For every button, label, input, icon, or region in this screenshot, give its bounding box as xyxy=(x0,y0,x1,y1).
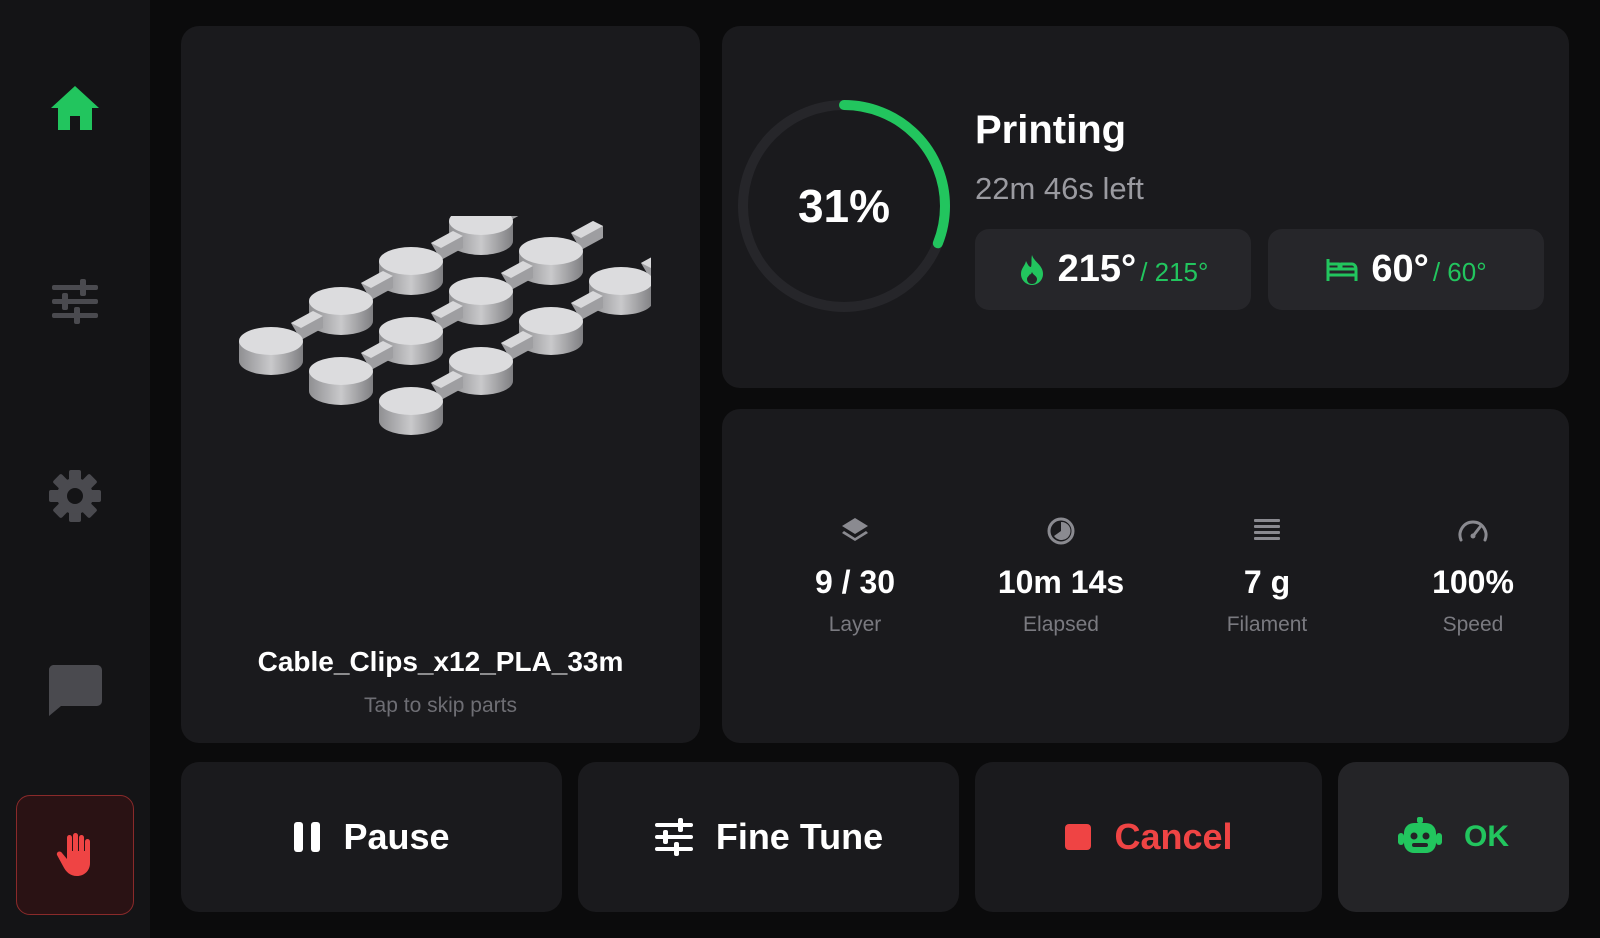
fine-tune-label: Fine Tune xyxy=(715,816,884,857)
stat-filament-label: Filament xyxy=(1226,613,1308,636)
stat-speed-label: Speed xyxy=(1442,613,1504,636)
cancel-label: Cancel xyxy=(1114,816,1233,857)
status-panel: 31% Printing 22m 46s left 215°/ 215° 60°… xyxy=(722,26,1569,388)
clip-part xyxy=(239,311,323,375)
hand-stop-icon xyxy=(56,833,90,876)
stat-layer-value: 9 / 30 xyxy=(814,564,896,600)
ok-label: OK xyxy=(1464,820,1509,853)
flame-icon xyxy=(1020,254,1043,285)
nozzle-temp-target: / 215° xyxy=(1140,257,1209,287)
nav-tune-button[interactable] xyxy=(25,252,125,352)
stat-elapsed: 10m 14s Elapsed xyxy=(958,514,1164,637)
robot-icon xyxy=(1398,817,1442,853)
skip-parts-link[interactable]: Tap to skip parts xyxy=(181,694,700,718)
bed-temp-chip[interactable]: 60°/ 60° xyxy=(1268,229,1544,310)
filament-icon xyxy=(1254,519,1280,540)
stat-filament-value: 7 g xyxy=(1243,564,1291,600)
time-remaining: 22m 46s left xyxy=(975,171,1144,206)
nav-console-button[interactable] xyxy=(25,640,125,740)
job-panel[interactable]: Cable_Clips_x12_PLA_33m Tap to skip part… xyxy=(181,26,700,743)
stat-filament: 7 g Filament xyxy=(1164,514,1370,637)
chat-icon xyxy=(48,665,102,716)
clock-icon xyxy=(1047,517,1075,545)
sliders-icon xyxy=(654,818,693,856)
bed-temp-current: 60° xyxy=(1371,248,1429,290)
stat-elapsed-value: 10m 14s xyxy=(997,564,1125,600)
pause-label: Pause xyxy=(343,816,450,857)
nav-home-button[interactable] xyxy=(25,58,125,158)
print-state: Printing xyxy=(975,108,1127,152)
ok-status-button[interactable]: OK xyxy=(1338,762,1569,912)
model-preview xyxy=(239,216,651,435)
clip-part xyxy=(379,371,463,435)
gear-icon xyxy=(49,470,101,522)
stat-speed: 100% Speed xyxy=(1370,514,1576,637)
bed-temp-target: / 60° xyxy=(1432,257,1487,287)
fine-tune-button[interactable]: Fine Tune xyxy=(578,762,959,912)
stat-layer: 9 / 30 Layer xyxy=(752,514,958,637)
pause-button[interactable]: Pause xyxy=(181,762,562,912)
pause-icon xyxy=(294,822,321,852)
stat-elapsed-label: Elapsed xyxy=(1023,613,1099,636)
speed-icon xyxy=(1458,520,1488,542)
home-icon xyxy=(51,86,99,130)
nozzle-temp-chip[interactable]: 215°/ 215° xyxy=(975,229,1251,310)
stop-icon xyxy=(1065,824,1092,850)
bed-icon xyxy=(1326,258,1358,281)
stats-panel: 9 / 30 Layer 10m 14s Elapsed 7 g Filamen xyxy=(722,409,1569,743)
progress-percent: 31% xyxy=(797,180,891,232)
nozzle-temp-current: 215° xyxy=(1057,248,1137,290)
emergency-stop-button[interactable] xyxy=(16,795,134,915)
stat-layer-label: Layer xyxy=(828,613,882,636)
job-filename: Cable_Clips_x12_PLA_33m xyxy=(257,646,624,677)
stat-speed-value: 100% xyxy=(1432,564,1514,600)
clip-part xyxy=(309,341,393,405)
sliders-icon xyxy=(52,279,98,324)
cancel-button[interactable]: Cancel xyxy=(975,762,1322,912)
nav-settings-button[interactable] xyxy=(25,446,125,546)
layers-icon xyxy=(842,518,868,541)
sidebar xyxy=(0,0,150,938)
